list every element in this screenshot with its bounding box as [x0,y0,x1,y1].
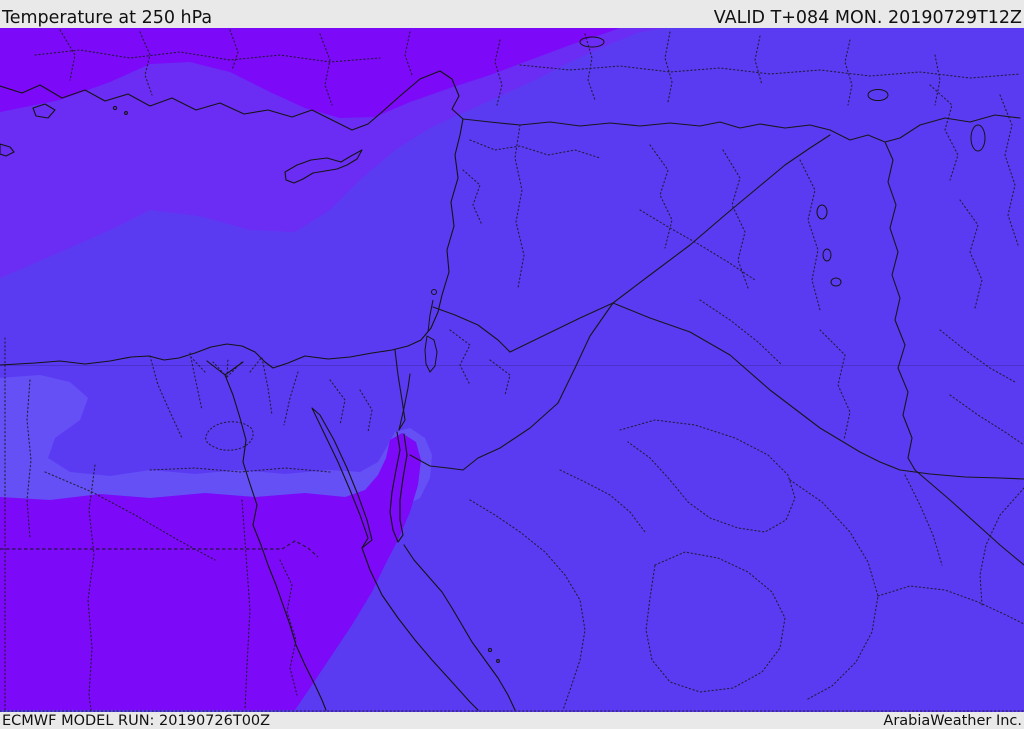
header-bar: Temperature at 250 hPa VALID T+084 MON. … [0,0,1024,28]
credit-label: ArabiaWeather Inc. [883,712,1022,729]
valid-time-label: VALID T+084 MON. 20190729T12Z [713,7,1022,28]
temperature-fill-layer [0,28,1024,712]
model-run-label: ECMWF MODEL RUN: 20190726T00Z [2,712,271,729]
weather-map [0,28,1024,712]
map-title: Temperature at 250 hPa [2,7,213,28]
footer-bar: ECMWF MODEL RUN: 20190726T00Z ArabiaWeat… [0,712,1024,729]
